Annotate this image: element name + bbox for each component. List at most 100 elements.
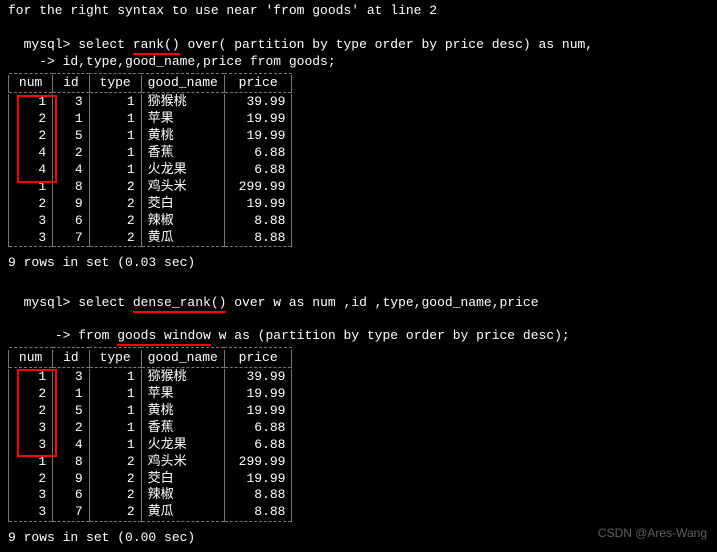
cell-id: 4 <box>53 437 89 454</box>
cell-price: 6.88 <box>224 437 292 454</box>
cell-price: 19.99 <box>224 196 292 213</box>
cell-good_name: 鸡头米 <box>141 454 224 471</box>
cell-id: 2 <box>53 420 89 437</box>
cell-good_name: 香蕉 <box>141 145 224 162</box>
table-row: 3 7 2黄瓜 8.88 <box>9 504 292 521</box>
result-table-2-wrap: num id type good_name price 1 3 1猕猴桃 39.… <box>8 345 292 523</box>
table-header-row: num id type good_name price <box>9 75 292 92</box>
cell-good_name: 茭白 <box>141 471 224 488</box>
cell-id: 5 <box>53 403 89 420</box>
cell-type: 2 <box>89 471 141 488</box>
cell-type: 2 <box>89 454 141 471</box>
cell-id: 2 <box>53 145 89 162</box>
cell-price: 8.88 <box>224 487 292 504</box>
table-row: 3 2 1香蕉 6.88 <box>9 420 292 437</box>
q2-cont-after: w as (partition by type order by price d… <box>211 328 570 343</box>
cell-num: 1 <box>9 369 53 386</box>
query1-line2: -> id,type,good_name,price from goods; <box>8 54 709 71</box>
cell-num: 4 <box>9 145 53 162</box>
query2-line1: mysql> select dense_rank() over w as num… <box>8 278 709 312</box>
q2-after: over w as num ,id ,type,good_name,price <box>226 295 538 310</box>
cell-type: 2 <box>89 487 141 504</box>
cell-good_name: 火龙果 <box>141 162 224 179</box>
cell-type: 1 <box>89 369 141 386</box>
cell-type: 2 <box>89 504 141 521</box>
table-row: 4 4 1火龙果 6.88 <box>9 162 292 179</box>
cell-good_name: 茭白 <box>141 196 224 213</box>
cell-price: 39.99 <box>224 369 292 386</box>
result-table-1: num id type good_name price 1 3 1猕猴桃 39.… <box>8 73 292 249</box>
table-row: 3 6 2辣椒 8.88 <box>9 487 292 504</box>
col-price: price <box>224 75 292 92</box>
table-row: 2 1 1苹果 19.99 <box>9 111 292 128</box>
cell-good_name: 鸡头米 <box>141 179 224 196</box>
cell-id: 4 <box>53 162 89 179</box>
mysql-prompt: mysql> <box>24 37 79 52</box>
cell-num: 2 <box>9 386 53 403</box>
cell-type: 2 <box>89 179 141 196</box>
cell-type: 1 <box>89 94 141 111</box>
cell-price: 19.99 <box>224 128 292 145</box>
cell-good_name: 辣椒 <box>141 487 224 504</box>
cell-id: 1 <box>53 386 89 403</box>
cell-type: 1 <box>89 111 141 128</box>
cell-num: 3 <box>9 487 53 504</box>
error-line: for the right syntax to use near 'from g… <box>8 3 709 20</box>
table-row: 3 7 2黄瓜 8.88 <box>9 230 292 247</box>
cell-num: 2 <box>9 128 53 145</box>
cell-type: 1 <box>89 386 141 403</box>
result-table-2: num id type good_name price 1 3 1猕猴桃 39.… <box>8 347 292 523</box>
cell-type: 1 <box>89 145 141 162</box>
cell-num: 3 <box>9 230 53 247</box>
cell-id: 3 <box>53 94 89 111</box>
cell-good_name: 苹果 <box>141 386 224 403</box>
cell-good_name: 黄瓜 <box>141 504 224 521</box>
cell-good_name: 猕猴桃 <box>141 94 224 111</box>
cell-good_name: 黄瓜 <box>141 230 224 247</box>
cell-id: 1 <box>53 111 89 128</box>
cell-good_name: 火龙果 <box>141 437 224 454</box>
cell-good_name: 猕猴桃 <box>141 369 224 386</box>
cell-id: 5 <box>53 128 89 145</box>
cell-num: 4 <box>9 162 53 179</box>
col-price: price <box>224 350 292 367</box>
cell-type: 2 <box>89 213 141 230</box>
cell-price: 8.88 <box>224 230 292 247</box>
cell-num: 3 <box>9 420 53 437</box>
table-row: 1 8 2鸡头米 299.99 <box>9 454 292 471</box>
col-id: id <box>53 75 89 92</box>
cell-price: 19.99 <box>224 403 292 420</box>
table-row: 2 1 1苹果 19.99 <box>9 386 292 403</box>
q1-before: select <box>78 37 133 52</box>
table-row: 2 5 1黄桃 19.99 <box>9 403 292 420</box>
col-type: type <box>89 350 141 367</box>
cell-good_name: 香蕉 <box>141 420 224 437</box>
cell-price: 19.99 <box>224 471 292 488</box>
cell-type: 1 <box>89 162 141 179</box>
table-row: 1 3 1猕猴桃 39.99 <box>9 369 292 386</box>
cell-type: 1 <box>89 128 141 145</box>
q2-cont-before: -> from <box>24 328 118 343</box>
cell-price: 19.99 <box>224 111 292 128</box>
table-row: 4 2 1香蕉 6.88 <box>9 145 292 162</box>
cell-type: 1 <box>89 437 141 454</box>
status-1: 9 rows in set (0.03 sec) <box>8 255 709 272</box>
cell-type: 2 <box>89 230 141 247</box>
cell-price: 8.88 <box>224 213 292 230</box>
goods-window: goods window <box>117 328 211 346</box>
cell-type: 1 <box>89 420 141 437</box>
cell-price: 6.88 <box>224 162 292 179</box>
cell-good_name: 黄桃 <box>141 403 224 420</box>
cell-num: 2 <box>9 111 53 128</box>
cell-num: 2 <box>9 196 53 213</box>
cell-price: 8.88 <box>224 504 292 521</box>
cell-num: 3 <box>9 437 53 454</box>
cell-id: 3 <box>53 369 89 386</box>
q2-before: select <box>78 295 133 310</box>
mysql-prompt: mysql> <box>24 295 79 310</box>
cell-num: 2 <box>9 471 53 488</box>
col-type: type <box>89 75 141 92</box>
query1-line1: mysql> select rank() over( partition by … <box>8 20 709 54</box>
table-header-row: num id type good_name price <box>9 350 292 367</box>
cell-good_name: 黄桃 <box>141 128 224 145</box>
